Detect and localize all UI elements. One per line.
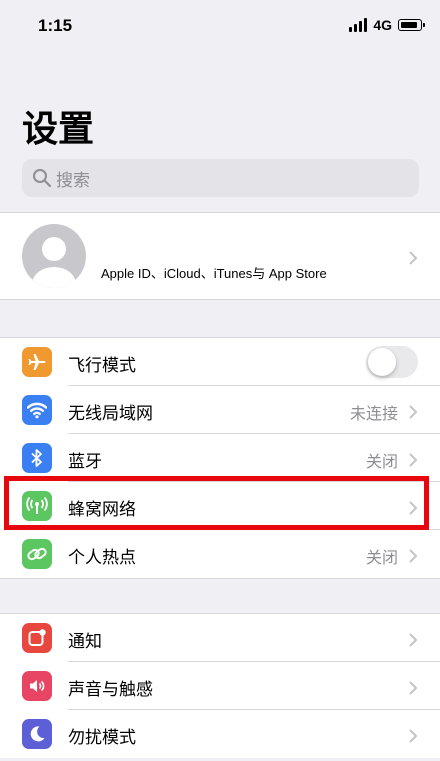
hotspot-icon — [22, 539, 52, 569]
wifi-status: 未连接 — [349, 404, 398, 423]
wifi-icon — [22, 395, 52, 425]
do-not-disturb-label: 勿扰模式 — [68, 728, 136, 748]
airplane-mode-label: 飞行模式 — [68, 356, 136, 376]
search-bar[interactable]: 搜索 — [22, 159, 419, 197]
notifications-label: 通知 — [68, 632, 102, 652]
search-icon — [32, 168, 52, 188]
wifi-row[interactable]: 无线局域网 未连接 — [0, 386, 440, 434]
chevron-right-icon — [408, 501, 418, 515]
cellular-row[interactable]: 蜂窝网络 — [0, 482, 440, 530]
chevron-right-icon — [408, 681, 418, 695]
status-bar: 1:15 4G — [0, 0, 440, 52]
airplane-icon — [22, 347, 52, 377]
airplane-mode-row: 飞行模式 — [0, 338, 440, 386]
cellular-label: 蜂窝网络 — [68, 500, 136, 520]
bluetooth-status: 关闭 — [365, 452, 398, 471]
chevron-right-icon — [408, 453, 418, 467]
status-indicators: 4G — [349, 17, 425, 33]
profile-subtitle: Apple ID、iCloud、iTunes与 App Store — [101, 266, 327, 281]
chevron-right-icon — [408, 729, 418, 743]
notifications-group: 通知 声音与触感 勿扰模式 — [0, 613, 440, 758]
wifi-label: 无线局域网 — [68, 404, 153, 424]
sound-icon — [22, 671, 52, 701]
airplane-mode-toggle[interactable] — [366, 346, 418, 378]
moon-icon — [22, 719, 52, 749]
chevron-right-icon — [408, 633, 418, 647]
page-title: 设置 — [22, 109, 95, 150]
hotspot-row[interactable]: 个人热点 关闭 — [0, 530, 440, 578]
toggle-knob — [368, 348, 396, 376]
hotspot-label: 个人热点 — [68, 548, 136, 568]
chevron-right-icon — [408, 549, 418, 563]
sounds-row[interactable]: 声音与触感 — [0, 662, 440, 710]
network-type: 4G — [373, 17, 392, 33]
battery-icon — [398, 19, 425, 31]
sounds-label: 声音与触感 — [68, 680, 153, 700]
connectivity-group: 飞行模式 无线局域网 未连接 蓝牙 关闭 蜂窝网络 个人热点 关闭 — [0, 337, 440, 579]
notifications-icon — [22, 623, 52, 653]
do-not-disturb-row[interactable]: 勿扰模式 — [0, 710, 440, 758]
bluetooth-label: 蓝牙 — [68, 452, 102, 472]
search-placeholder: 搜索 — [56, 170, 90, 191]
bluetooth-icon — [22, 443, 52, 473]
cellular-icon — [22, 491, 52, 521]
avatar — [22, 224, 86, 288]
chevron-right-icon — [408, 405, 418, 419]
notifications-row[interactable]: 通知 — [0, 614, 440, 662]
profile-row[interactable]: Apple ID、iCloud、iTunes与 App Store — [0, 212, 440, 300]
chevron-right-icon — [408, 251, 418, 265]
signal-icon — [349, 18, 368, 32]
bluetooth-row[interactable]: 蓝牙 关闭 — [0, 434, 440, 482]
hotspot-status: 关闭 — [365, 548, 398, 567]
status-time: 1:15 — [38, 16, 73, 35]
